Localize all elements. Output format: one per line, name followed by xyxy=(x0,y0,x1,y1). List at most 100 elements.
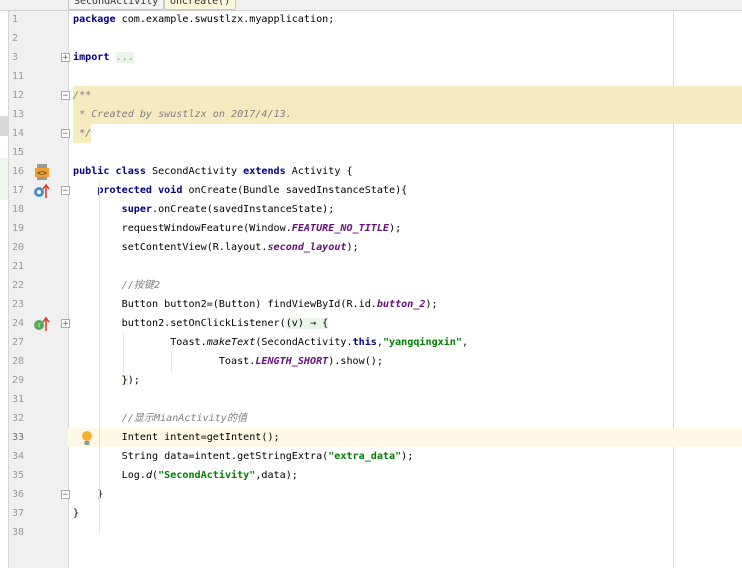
code-line[interactable]: 20 setContentView(R.layout.second_layout… xyxy=(0,238,742,257)
code-token: "yangqingxin" xyxy=(382,337,462,348)
code-token: ); xyxy=(389,223,402,234)
code-token: public class xyxy=(73,166,146,177)
code-line[interactable]: 1 package com.example.swustlzx.myapplicat… xyxy=(0,10,742,29)
code-token: SecondActivity xyxy=(145,166,244,177)
code-token: onCreate(Bundle savedInstanceState){ xyxy=(182,185,408,196)
code-line[interactable]: 24 I + button2.setOnClickListener((v) → { xyxy=(0,314,742,333)
line-number: 23 xyxy=(12,299,25,310)
code-token: ); xyxy=(346,242,359,253)
code-line[interactable]: 22 //按键2 xyxy=(0,276,742,295)
code-line[interactable]: 16 <> public class SecondActivity extends … xyxy=(0,162,742,181)
fold-expand-icon[interactable]: + xyxy=(61,319,70,329)
code-token: makeText xyxy=(206,337,256,348)
code-line[interactable]: 18 super.onCreate(savedInstanceState); xyxy=(0,200,742,219)
code-line[interactable]: 12 −/** xyxy=(0,86,742,105)
code-text: package com.example.swustlzx.myapplicati… xyxy=(73,10,334,29)
code-token: ); xyxy=(425,299,438,310)
code-text: Toast.makeText(SecondActivity.this,"yang… xyxy=(73,333,468,352)
fold-expand-icon[interactable]: + xyxy=(61,53,70,63)
fold-collapse-icon[interactable]: − xyxy=(61,490,70,500)
code-text: String data=intent.getStringExtra("extra… xyxy=(73,447,414,466)
line-number: 24 xyxy=(12,318,25,329)
code-token: package xyxy=(73,14,116,25)
fold-collapse-icon[interactable]: − xyxy=(61,91,70,101)
code-token: ).show(); xyxy=(328,356,383,367)
line-number: 3 xyxy=(12,52,19,63)
code-line[interactable]: 31 xyxy=(0,390,742,409)
line-number: 32 xyxy=(12,413,25,424)
code-line[interactable]: 29 }); xyxy=(0,371,742,390)
fold-collapse-icon[interactable]: − xyxy=(61,129,70,139)
code-text: */ xyxy=(73,124,91,143)
line-number: 2 xyxy=(12,33,19,44)
code-token: String data=intent.getStringExtra( xyxy=(73,451,329,462)
code-line[interactable]: 13 * Created by swustlzx on 2017/4/13. xyxy=(0,105,742,124)
code-token: super xyxy=(121,204,153,215)
code-token: //按键2 xyxy=(73,280,161,291)
code-token: Log. xyxy=(73,470,146,481)
code-token: Activity { xyxy=(285,166,353,177)
code-line[interactable]: 21 xyxy=(0,257,742,276)
code-line[interactable]: 33 Intent intent=getIntent(); xyxy=(0,428,742,447)
code-line[interactable]: 35 Log.d("SecondActivity",data); xyxy=(0,466,742,485)
code-text: public class SecondActivity extends Acti… xyxy=(73,162,353,181)
svg-text:I: I xyxy=(38,323,40,330)
line-number: 19 xyxy=(12,223,25,234)
code-line[interactable]: 38 xyxy=(0,523,742,542)
svg-text:<>: <> xyxy=(37,169,47,178)
indent-guide xyxy=(171,352,172,372)
code-line[interactable]: 23 Button button2=(Button) findViewById(… xyxy=(0,295,742,314)
code-text: Log.d("SecondActivity",data); xyxy=(73,466,298,485)
code-text: Button button2=(Button) findViewById(R.i… xyxy=(73,295,438,314)
code-line[interactable]: 15 xyxy=(0,143,742,162)
line-number: 15 xyxy=(12,147,25,158)
code-text: /** xyxy=(73,86,91,105)
line-number: 16 xyxy=(12,166,25,177)
code-line[interactable]: 32 //显示MianActivity的值 xyxy=(0,409,742,428)
code-text: protected void onCreate(Bundle savedInst… xyxy=(73,181,407,200)
indent-guide xyxy=(99,181,100,533)
code-line[interactable]: 36− } xyxy=(0,485,742,504)
line-number: 38 xyxy=(12,527,25,538)
code-token: requestWindowFeature(Window. xyxy=(73,223,292,234)
code-token: ... xyxy=(115,52,134,63)
code-token: } xyxy=(73,508,80,519)
code-token: Toast. xyxy=(73,337,207,348)
code-text: requestWindowFeature(Window.FEATURE_NO_T… xyxy=(73,219,402,238)
line-number: 18 xyxy=(12,204,25,215)
code-token: button2.setOnClickListener( xyxy=(73,318,286,329)
line-number: 20 xyxy=(12,242,25,253)
fold-collapse-icon[interactable]: − xyxy=(61,186,70,196)
code-line[interactable]: 37} xyxy=(0,504,742,523)
line-number: 33 xyxy=(12,432,25,443)
tab-oncreate[interactable]: onCreate() xyxy=(164,0,237,10)
code-line[interactable]: 19 requestWindowFeature(Window.FEATURE_N… xyxy=(0,219,742,238)
code-token: Toast. xyxy=(73,356,256,367)
code-line[interactable]: 3 + import ... xyxy=(0,48,742,67)
code-token: ,data); xyxy=(255,470,298,481)
code-token: */ xyxy=(73,128,92,139)
code-text: setContentView(R.layout.second_layout); xyxy=(73,238,359,257)
line-number: 12 xyxy=(12,90,25,101)
code-token: second_layout xyxy=(267,242,347,253)
code-line[interactable]: 2 xyxy=(0,29,742,48)
code-line[interactable]: 34 String data=intent.getStringExtra("ex… xyxy=(0,447,742,466)
code-line[interactable]: 27 Toast.makeText(SecondActivity.this,"y… xyxy=(0,333,742,352)
code-line[interactable]: 14 − */ xyxy=(0,124,742,143)
code-text: } xyxy=(73,504,79,523)
code-token: * Created by swustlzx on 2017/4/13. xyxy=(73,109,292,120)
line-number: 37 xyxy=(12,508,25,519)
line-number: 35 xyxy=(12,470,25,481)
line-number: 14 xyxy=(12,128,25,139)
line-number: 28 xyxy=(12,356,25,367)
code-token: ); xyxy=(127,375,140,386)
code-line[interactable]: 28 Toast.LENGTH_SHORT).show(); xyxy=(0,352,742,371)
code-line[interactable]: 17 − protected void onCreate(Bundle saved… xyxy=(0,181,742,200)
tab-second-activity[interactable]: SecondActivity xyxy=(68,0,165,10)
code-line[interactable]: 11 xyxy=(0,67,742,86)
code-token: protected void xyxy=(97,185,183,196)
code-token: , xyxy=(461,337,469,348)
